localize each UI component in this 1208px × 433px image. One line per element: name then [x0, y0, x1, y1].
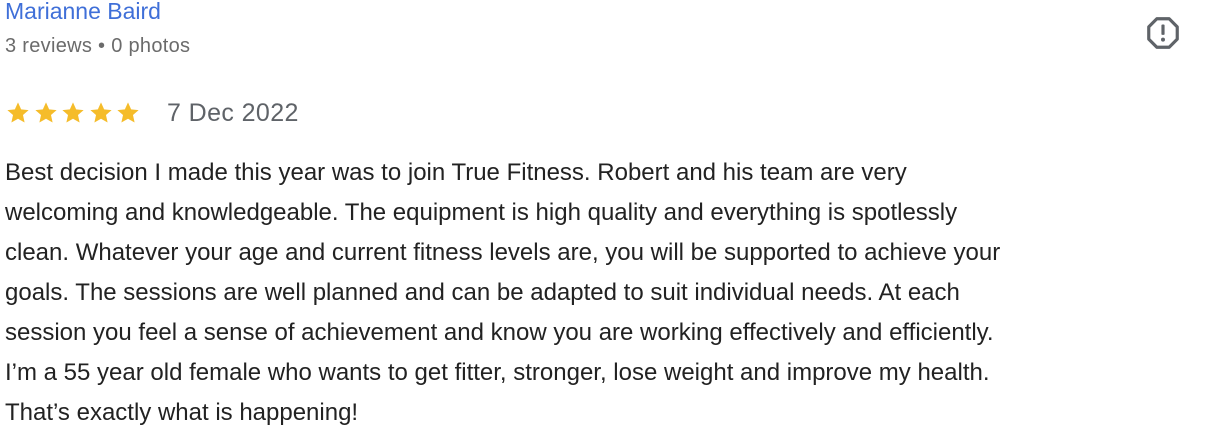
star-icon: [117, 102, 139, 123]
review-text-line: goals. The sessions are well planned and…: [5, 279, 960, 306]
review-text-line: session you feel a sense of achievement …: [5, 319, 994, 346]
review-text: Best decision I made this year was to jo…: [5, 153, 1208, 433]
reviewer-meta: 3 reviews • 0 photos: [5, 35, 191, 57]
star-rating: [5, 100, 143, 126]
review-text-line: welcoming and knowledgeable. The equipme…: [5, 199, 958, 226]
review-text-line: clean. Whatever your age and current fit…: [5, 239, 1001, 266]
star-icon: [7, 102, 29, 123]
rating-row: 7 Dec 2022: [5, 97, 299, 129]
review-date: 7 Dec 2022: [166, 98, 299, 127]
review-card: Marianne Baird 3 reviews • 0 photos 7 De…: [0, 0, 1208, 432]
star-icon: [90, 102, 112, 123]
review-text-line: That’s exactly what is happening!: [5, 399, 359, 426]
review-text-line: I’m a 55 year old female who wants to ge…: [5, 359, 990, 386]
reviewer-name-link[interactable]: Marianne Baird: [5, 0, 161, 25]
report-review-button[interactable]: [1142, 12, 1184, 54]
report-flag-icon: [1147, 17, 1179, 49]
review-text-line: Best decision I made this year was to jo…: [5, 159, 907, 186]
star-icon: [34, 102, 57, 123]
star-icon: [62, 102, 84, 123]
